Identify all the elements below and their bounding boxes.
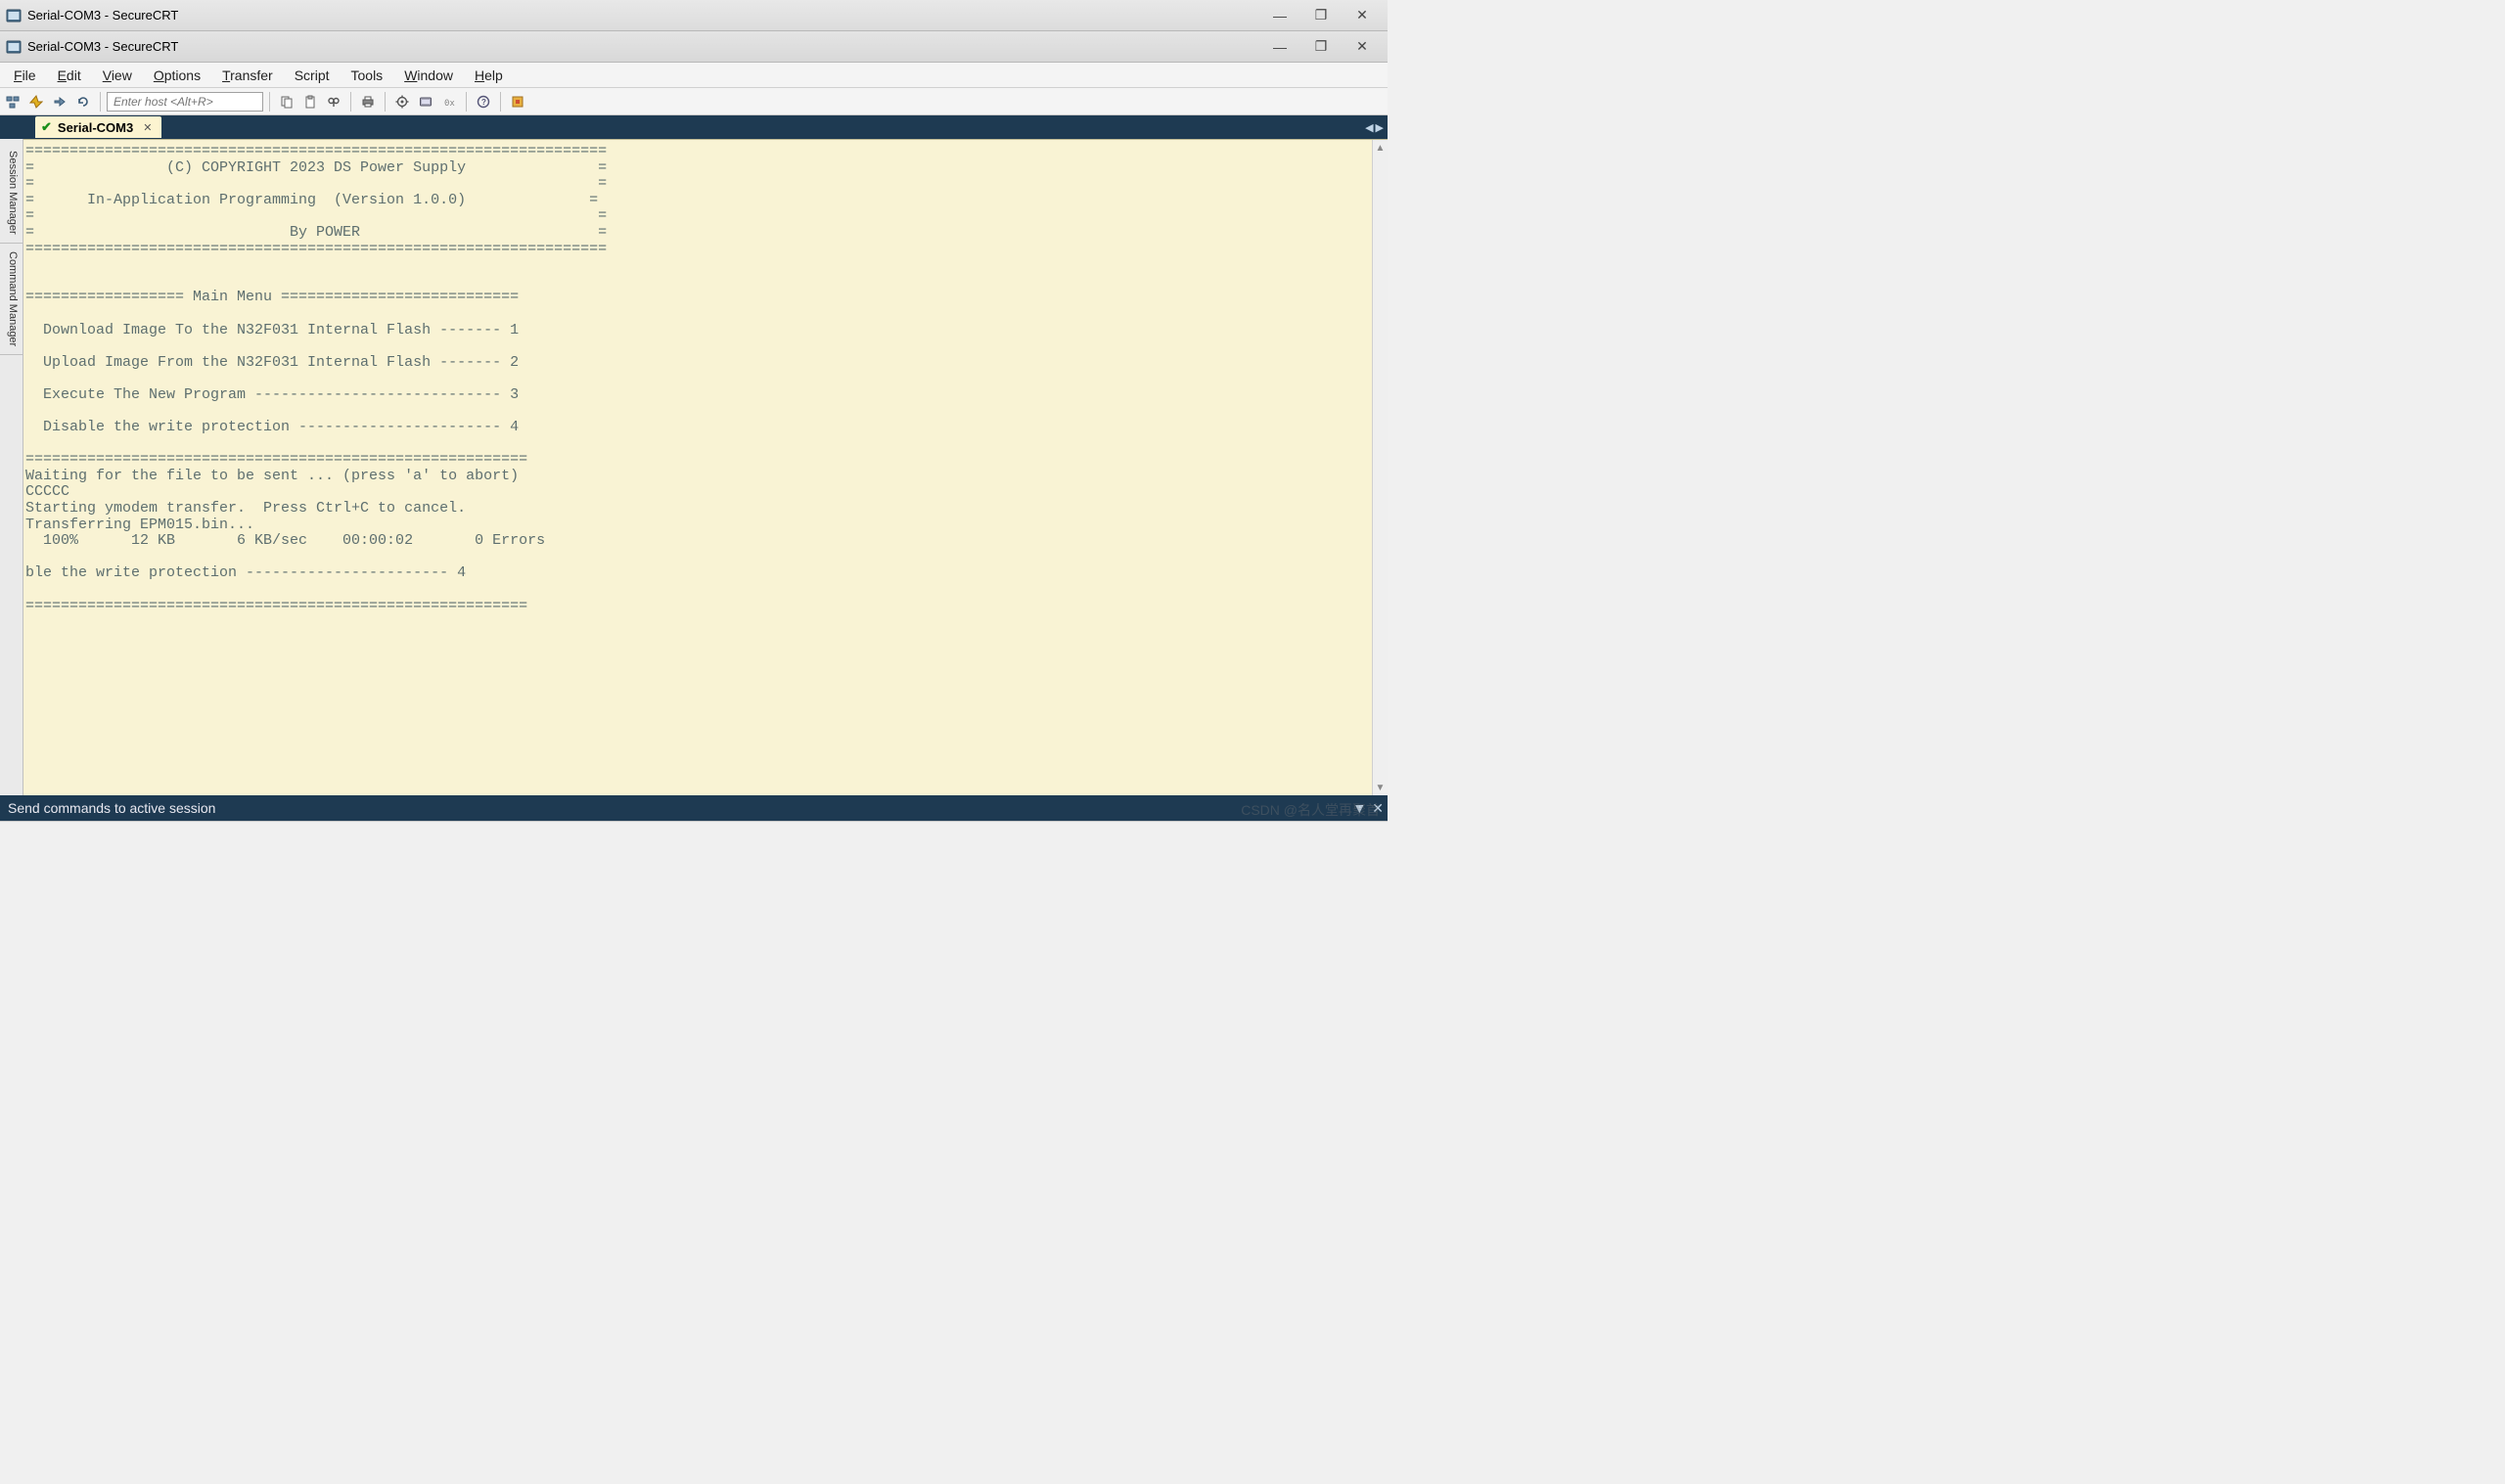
scroll-track[interactable] (1373, 156, 1388, 780)
menu-view[interactable]: View (93, 65, 142, 86)
status-bar (0, 821, 1388, 840)
menu-tools[interactable]: Tools (342, 65, 393, 86)
outer-window-controls: — ❐ ✕ (1260, 3, 1382, 28)
menu-help[interactable]: Help (465, 65, 513, 86)
sidetab-command-manager[interactable]: Command Manager (0, 244, 23, 355)
menu-window[interactable]: Window (394, 65, 463, 86)
menu-script[interactable]: Script (285, 65, 340, 86)
vertical-scrollbar[interactable]: ▲ ▼ (1372, 140, 1388, 795)
inner-titlebar: Serial-COM3 - SecureCRT — ❐ ✕ (0, 31, 1388, 63)
copy-icon[interactable] (276, 91, 297, 112)
inner-window-controls: — ❐ ✕ (1260, 34, 1382, 60)
tabs-row: ✔ Serial-COM3 ✕ ◀ ▶ (0, 115, 1388, 139)
outer-titlebar: Serial-COM3 - SecureCRT — ❐ ✕ (0, 0, 1388, 31)
host-input[interactable] (107, 92, 263, 112)
app-icon (6, 8, 22, 23)
separator (269, 92, 270, 112)
menu-edit[interactable]: Edit (48, 65, 91, 86)
restore-button[interactable]: ❐ (1301, 34, 1341, 60)
sidetab-session-manager[interactable]: Session Manager (0, 143, 23, 244)
svg-text:?: ? (481, 98, 486, 107)
dropdown-icon[interactable]: ▼ (1352, 800, 1366, 816)
hex-icon[interactable]: 0x (438, 91, 460, 112)
terminal-panel: ========================================… (23, 139, 1388, 795)
app-icon (6, 39, 22, 55)
scroll-up-icon[interactable]: ▲ (1373, 140, 1388, 156)
workspace: Session Manager Command Manager ========… (0, 139, 1388, 795)
menu-bar: File Edit View Options Transfer Script T… (0, 63, 1388, 88)
reconnect-icon[interactable] (72, 91, 94, 112)
session-options-icon[interactable] (415, 91, 436, 112)
minimize-button[interactable]: — (1260, 3, 1299, 28)
tab-label: Serial-COM3 (58, 120, 133, 135)
scroll-down-icon[interactable]: ▼ (1373, 780, 1388, 795)
session-manager-icon[interactable] (2, 91, 23, 112)
separator (385, 92, 386, 112)
connected-icon: ✔ (41, 119, 52, 135)
theme-icon[interactable] (507, 91, 528, 112)
find-icon[interactable] (323, 91, 344, 112)
minimize-button[interactable]: — (1260, 34, 1299, 60)
separator (466, 92, 467, 112)
menu-options[interactable]: Options (144, 65, 210, 86)
toolbar: 0x ? (0, 88, 1388, 115)
separator (100, 92, 101, 112)
close-panel-icon[interactable]: ✕ (1372, 800, 1384, 817)
maximize-button[interactable]: ❐ (1301, 3, 1341, 28)
tab-prev-icon[interactable]: ◀ (1365, 121, 1373, 134)
tab-close-icon[interactable]: ✕ (139, 121, 156, 134)
separator (500, 92, 501, 112)
close-button[interactable]: ✕ (1343, 34, 1382, 60)
close-button[interactable]: ✕ (1343, 3, 1382, 28)
tab-serial-com3[interactable]: ✔ Serial-COM3 ✕ (35, 116, 161, 138)
paste-icon[interactable] (299, 91, 321, 112)
menu-transfer[interactable]: Transfer (212, 65, 283, 86)
help-icon[interactable]: ? (473, 91, 494, 112)
tab-nav-arrows: ◀ ▶ (1365, 121, 1384, 134)
separator (350, 92, 351, 112)
print-icon[interactable] (357, 91, 379, 112)
inner-window-title: Serial-COM3 - SecureCRT (27, 39, 1260, 54)
connect-in-tab-icon[interactable] (49, 91, 70, 112)
terminal-output[interactable]: ========================================… (23, 140, 1372, 795)
command-bar-placeholder: Send commands to active session (8, 800, 215, 816)
outer-window-title: Serial-COM3 - SecureCRT (27, 8, 1260, 22)
tab-next-icon[interactable]: ▶ (1376, 121, 1384, 134)
settings-icon[interactable] (391, 91, 413, 112)
quick-connect-icon[interactable] (25, 91, 47, 112)
svg-text:0x: 0x (444, 99, 455, 109)
menu-file[interactable]: File (4, 65, 46, 86)
side-tabs: Session Manager Command Manager (0, 139, 23, 795)
command-bar[interactable]: Send commands to active session ▼ ✕ (0, 795, 1388, 821)
